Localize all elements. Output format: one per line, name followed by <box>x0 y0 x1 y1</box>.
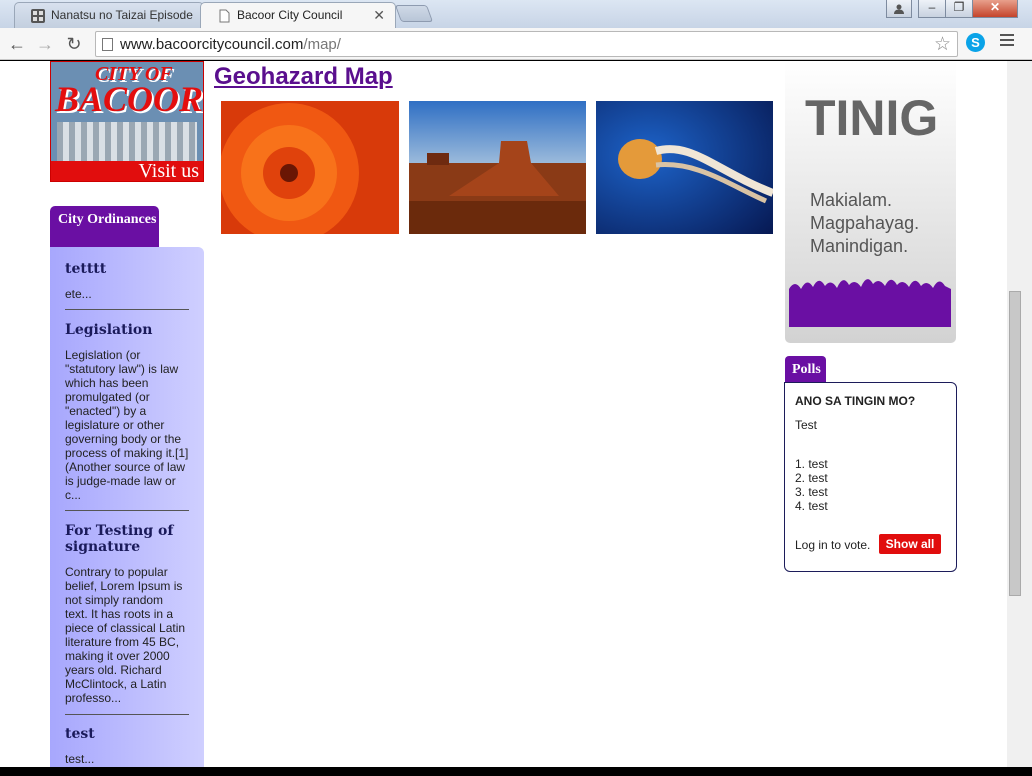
tab-bacoor[interactable]: Bacoor City Council ✕ <box>200 2 396 28</box>
city-logo-banner[interactable]: CITY OF BACOOR Visit us <box>50 61 204 182</box>
minimize-button[interactable]: – <box>918 0 946 18</box>
new-tab-button[interactable] <box>394 5 434 22</box>
taskbar-strip <box>0 767 1032 776</box>
page-title[interactable]: Geohazard Map <box>214 63 393 91</box>
close-icon[interactable]: ✕ <box>373 7 385 24</box>
bookmark-star-icon[interactable]: ☆ <box>934 33 951 56</box>
poll-question: ANO SA TINGIN MO? <box>795 394 916 408</box>
divider <box>65 714 189 715</box>
poll-options: 1. test 2. test 3. test 4. test <box>795 457 828 513</box>
ad-title: TINIG <box>805 90 939 146</box>
forward-button[interactable]: → <box>33 32 57 56</box>
poll-panel: ANO SA TINGIN MO? Test 1. test 2. test 3… <box>784 382 957 572</box>
desert-image[interactable] <box>409 101 586 234</box>
profile-button[interactable] <box>886 0 912 18</box>
window-close-button[interactable]: ✕ <box>972 0 1018 18</box>
list-item: For Testing of signature Contrary to pop… <box>65 523 189 705</box>
scrollbar[interactable] <box>1007 61 1032 767</box>
polls-tab[interactable]: Polls <box>785 356 826 383</box>
reload-button[interactable]: ↻ <box>62 32 86 56</box>
city-ordinances-tab[interactable]: City Ordinances <box>50 206 159 248</box>
address-bar[interactable]: www.bacoorcitycouncil.com/map/ ☆ <box>95 31 958 57</box>
web-page: CITY OF BACOOR Visit us City Ordinances … <box>0 61 1007 767</box>
poll-option: 3. test <box>795 485 828 499</box>
ordinances-panel: tetttt ete... Legislation Legislation (o… <box>50 247 204 767</box>
divider <box>65 510 189 511</box>
reload-icon: ↻ <box>66 34 82 54</box>
ordinance-title[interactable]: test <box>65 726 189 742</box>
ordinance-excerpt: Legislation (or "statutory law") is law … <box>65 348 189 502</box>
ordinance-title[interactable]: For Testing of signature <box>65 523 189 555</box>
minimize-icon: – <box>928 0 936 14</box>
poll-description: Test <box>795 418 818 432</box>
list-item: tetttt ete... <box>65 261 189 301</box>
forward-arrow-icon: → <box>36 34 54 54</box>
flower-image[interactable] <box>221 101 399 234</box>
browser-toolbar: ← → ↻ www.bacoorcitycouncil.com/map/ ☆ S <box>0 28 1032 60</box>
scrollbar-thumb[interactable] <box>1009 291 1021 596</box>
jellyfish-image[interactable] <box>596 101 773 234</box>
poll-option: 2. test <box>795 471 828 485</box>
app-grid-icon <box>31 9 45 23</box>
back-button[interactable]: ← <box>5 32 29 56</box>
divider <box>65 309 189 310</box>
ordinance-excerpt: test... <box>65 752 95 766</box>
skype-extension-icon[interactable]: S <box>966 33 985 52</box>
logo-title: CITY OF BACOOR <box>55 63 204 119</box>
close-icon: ✕ <box>989 0 1001 14</box>
restore-icon: ❐ <box>953 0 965 14</box>
menu-icon[interactable] <box>1000 34 1014 49</box>
maximize-button[interactable]: ❐ <box>945 0 973 18</box>
city-hall-image <box>57 122 197 164</box>
list-item: Legislation Legislation (or "statutory l… <box>65 322 189 502</box>
tab-title: Nanatsu no Taizai Episode <box>51 8 193 22</box>
visit-us-label: Visit us <box>51 161 203 181</box>
page-icon <box>219 9 230 23</box>
login-to-vote-text: Log in to vote. <box>795 538 871 552</box>
browser-tab-strip: Nanatsu no Taizai Episode Bacoor City Co… <box>0 0 1032 28</box>
back-arrow-icon: ← <box>8 34 26 54</box>
ad-slogan: Makialam. Magpahayag. Manindigan. <box>810 190 920 256</box>
url-path: /map/ <box>303 36 341 53</box>
tab-title: Bacoor City Council <box>237 8 343 22</box>
crowd-silhouette-image <box>789 279 951 327</box>
tab-nanatsu[interactable]: Nanatsu no Taizai Episode <box>14 2 204 28</box>
ordinance-excerpt: ete... <box>65 287 92 301</box>
show-all-button[interactable]: Show all <box>879 534 941 554</box>
url-host: www.bacoorcitycouncil.com <box>120 36 304 53</box>
page-icon <box>102 38 113 51</box>
ordinance-excerpt: Contrary to popular belief, Lorem Ipsum … <box>65 565 186 705</box>
user-icon <box>894 4 904 14</box>
ordinance-title[interactable]: tetttt <box>65 261 189 277</box>
list-item: test test... <box>65 726 189 766</box>
tinig-advertisement[interactable]: TINIG Makialam. Magpahayag. Manindigan. <box>785 61 956 343</box>
poll-option: 1. test <box>795 457 828 471</box>
poll-option: 4. test <box>795 499 828 513</box>
ordinance-title[interactable]: Legislation <box>65 322 189 338</box>
